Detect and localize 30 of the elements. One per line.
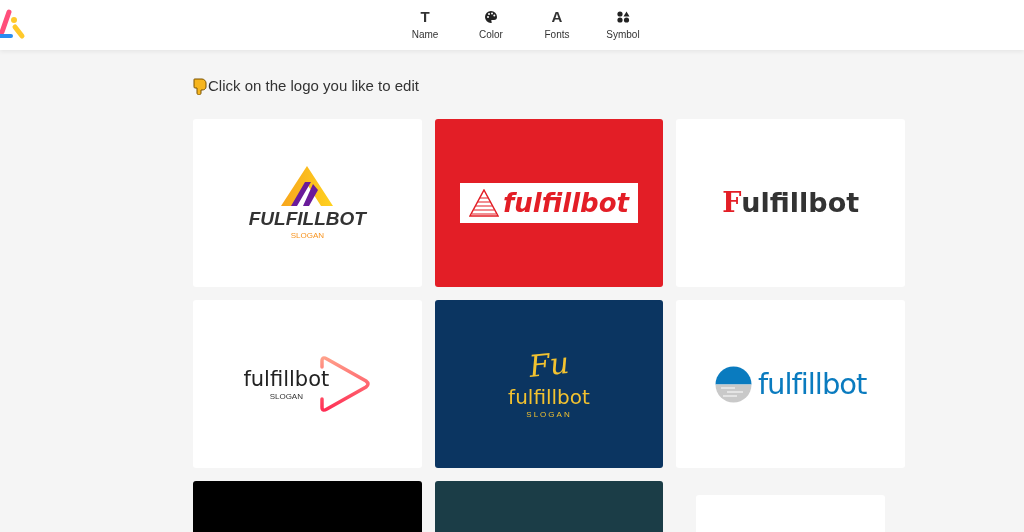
palette-icon	[485, 11, 497, 23]
logo-card[interactable]: FULFILLBOT SLOGAN	[193, 119, 422, 287]
logo-name: fulfillbot	[243, 367, 330, 391]
glyph-icon: A	[551, 8, 563, 26]
logo-name: fulfillbot	[757, 368, 867, 400]
logo-card[interactable]: Fulfillbot	[676, 119, 905, 287]
logo-name: Fulfillbot	[722, 187, 860, 219]
triangle-stripes-icon	[281, 166, 334, 206]
nav-tab[interactable]: Symbol	[599, 8, 647, 42]
logo-card[interactable]: Fu fulfillbot SLOGAN	[434, 300, 664, 468]
nav-tab[interactable]: T Name	[401, 8, 449, 42]
nav-tab[interactable]: A Fonts	[533, 8, 581, 42]
logo-slogan: SLOGAN	[526, 410, 572, 419]
app-logo[interactable]	[0, 8, 26, 40]
logo-slogan: SLOGAN	[269, 392, 303, 401]
striped-triangle-icon	[469, 189, 499, 217]
logo-name: fulfillbot	[508, 385, 590, 409]
logo-slogan: SLOGAN	[290, 231, 324, 240]
shapes-icon	[616, 11, 630, 23]
instruction-text: Click on the logo you like to edit	[208, 75, 419, 96]
logo-name: FULFILLBOT	[248, 208, 366, 230]
logo-card[interactable]: fulfillbot	[434, 119, 664, 287]
logo-name: fulfillbot	[503, 188, 629, 218]
sea-globe-icon	[714, 365, 752, 403]
glyph-icon: T	[420, 8, 430, 26]
monogram-signature: Fu	[527, 347, 571, 383]
nav-tab[interactable]: Color	[467, 8, 515, 42]
pointing-hand-icon	[193, 77, 207, 95]
logo-card[interactable]: fulfillbot	[676, 300, 905, 468]
logo-card[interactable]: fulfillbot SLOGAN	[193, 300, 422, 468]
